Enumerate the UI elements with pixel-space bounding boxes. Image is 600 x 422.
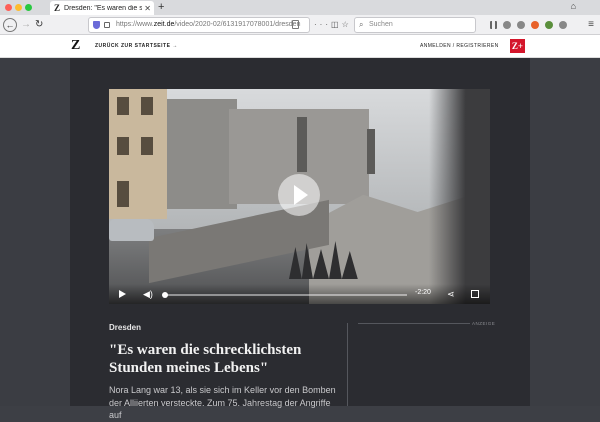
search-icon: ⌕ <box>359 20 364 29</box>
window-shape <box>117 97 129 115</box>
reader-view-icon[interactable] <box>292 20 299 29</box>
sidebar-icon[interactable] <box>503 21 511 29</box>
login-register-link[interactable]: ANMELDEN / REGISTRIEREN <box>420 43 499 49</box>
video-frame-car <box>109 219 154 241</box>
volume-icon[interactable]: ◀) <box>143 288 153 300</box>
toolbar-extensions <box>490 18 567 32</box>
video-frame-ruin <box>167 99 237 209</box>
url-scheme: https://www. <box>116 21 154 28</box>
active-tab[interactable]: Z Dresden: "Es waren die schrecklichsten… <box>50 1 154 15</box>
home-icon[interactable]: ⌂ <box>571 1 576 11</box>
back-to-homepage-link[interactable]: ZURÜCK ZUR STARTSEITE → <box>95 43 178 49</box>
site-header: Z ZURÜCK ZUR STARTSEITE → ANMELDEN / REG… <box>0 35 600 58</box>
extension-icon[interactable] <box>559 21 567 29</box>
lock-icon[interactable] <box>104 22 110 28</box>
extension-icon[interactable] <box>545 21 553 29</box>
navigation-toolbar: ← → ↻ https://www.zeit.de/video/2020-02/… <box>0 15 600 35</box>
article-headline[interactable]: "Es waren die schrecklichsten Stunden me… <box>109 341 339 377</box>
new-tab-button[interactable]: + <box>158 0 164 15</box>
back-button[interactable]: ← <box>3 18 17 32</box>
tab-title: Dresden: "Es waren die schrecklichsten S… <box>64 4 143 12</box>
play-icon <box>294 185 308 205</box>
url-domain: zeit.de <box>153 21 175 28</box>
account-icon[interactable] <box>517 21 525 29</box>
video-frame-tower <box>367 129 375 174</box>
zeit-favicon-icon: Z <box>54 3 61 13</box>
library-icon[interactable] <box>490 21 497 29</box>
video-controls: ◀) -2:20 ⋖ <box>109 284 490 304</box>
close-tab-icon[interactable]: ✕ <box>144 4 151 13</box>
window-shape <box>141 97 153 115</box>
page-actions[interactable]: ···◫☆ <box>314 18 352 32</box>
bookmark-star-icon[interactable]: ☆ <box>342 20 352 29</box>
column-divider <box>347 323 348 406</box>
reload-button[interactable]: ↻ <box>35 18 43 32</box>
video-frame-shadow <box>429 89 490 304</box>
url-path: /video/2020-02/613191707800​1/dresden <box>174 21 301 28</box>
zoom-window-button[interactable] <box>25 4 32 11</box>
zeit-logo[interactable]: Z <box>71 38 80 54</box>
extension-icon[interactable] <box>531 21 539 29</box>
tracking-shield-icon[interactable] <box>93 21 100 29</box>
tab-bar: Z Dresden: "Es waren die schrecklichsten… <box>0 0 600 15</box>
scrubber-handle[interactable] <box>162 292 168 298</box>
door-shape <box>117 181 129 207</box>
ad-label: ANZEIGE <box>470 321 498 326</box>
search-input[interactable]: ⌕ Suchen <box>354 17 476 33</box>
window-shape <box>117 137 129 155</box>
video-frame-building <box>109 89 167 219</box>
zplus-badge[interactable]: Z+ <box>510 39 525 53</box>
more-actions-icon[interactable]: ··· <box>314 20 331 29</box>
window-shape <box>141 137 153 155</box>
url-bar[interactable]: https://www.zeit.de/video/2020-02/613191… <box>88 17 310 33</box>
video-frame-tower <box>297 117 307 172</box>
article-kicker[interactable]: Dresden <box>109 323 141 332</box>
share-icon[interactable]: ⋖ <box>447 288 455 300</box>
play-control-icon[interactable] <box>119 290 126 298</box>
progress-scrubber[interactable] <box>162 292 407 298</box>
article-teaser: Nora Lang war 13, als sie sich im Keller… <box>109 385 336 420</box>
hamburger-menu-icon[interactable]: ≡ <box>588 18 594 32</box>
search-placeholder: Suchen <box>369 21 393 28</box>
close-window-button[interactable] <box>5 4 12 11</box>
time-remaining: -2:20 <box>415 289 431 296</box>
browser-window: Z Dresden: "Es waren die schrecklichsten… <box>0 0 600 420</box>
forward-button[interactable]: → <box>21 18 31 32</box>
play-button[interactable] <box>278 174 320 216</box>
fullscreen-icon[interactable] <box>471 290 479 298</box>
pocket-icon[interactable]: ◫ <box>331 20 342 29</box>
minimize-window-button[interactable] <box>15 4 22 11</box>
